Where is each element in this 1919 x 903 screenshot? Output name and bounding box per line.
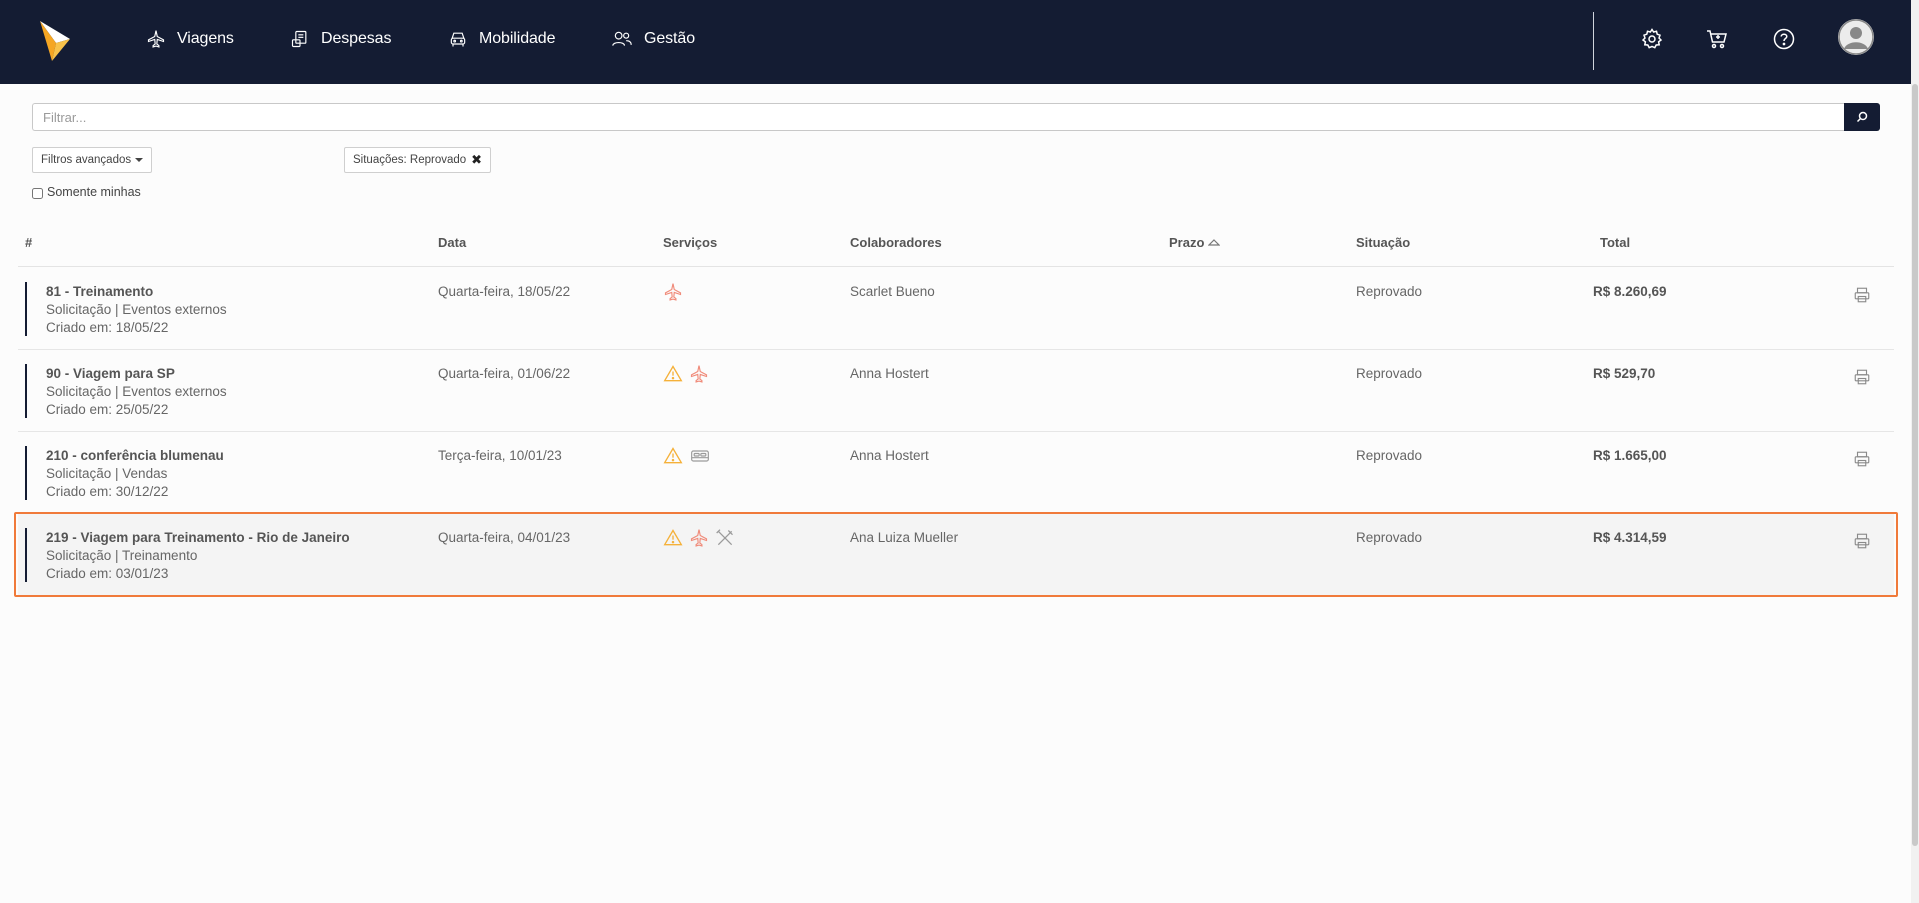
nav-viagens[interactable]: Viagens xyxy=(146,27,234,51)
table-row[interactable]: 90 - Viagem para SP Solicitação | Eventos… xyxy=(18,350,1894,432)
table-row[interactable]: 81 - Treinamento Solicitação | Eventos ex… xyxy=(18,268,1894,350)
column-header-services: Serviços xyxy=(663,235,718,250)
warning-icon xyxy=(663,528,683,548)
collaborator-name: Scarlet Bueno xyxy=(850,284,935,299)
only-mine-filter[interactable]: Somente minhas xyxy=(32,184,141,199)
column-header-total[interactable]: Total xyxy=(1600,235,1630,250)
column-header-status[interactable]: Situação xyxy=(1356,235,1410,250)
request-created-date: Criado em: 18/05/22 xyxy=(46,320,169,335)
request-title[interactable]: 219 - Viagem para Treinamento - Rio de J… xyxy=(46,530,350,545)
services-icons xyxy=(663,528,735,548)
request-date: Terça-feira, 10/01/23 xyxy=(438,448,562,463)
request-subtitle: Solicitação | Treinamento xyxy=(46,548,198,563)
request-created-date: Criado em: 30/12/22 xyxy=(46,484,169,499)
total-value: R$ 4.314,59 xyxy=(1593,530,1667,545)
request-date: Quarta-feira, 04/01/23 xyxy=(438,530,571,545)
services-icons xyxy=(663,446,709,466)
nav-gestao[interactable]: Gestão xyxy=(611,27,695,51)
request-subtitle: Solicitação | Vendas xyxy=(46,466,168,481)
advanced-filters-button[interactable]: Filtros avançados xyxy=(32,147,153,173)
request-subtitle: Solicitação | Eventos externos xyxy=(46,384,227,399)
nav-despesas-label: Despesas xyxy=(321,30,392,47)
column-header-number: # xyxy=(25,235,33,250)
collaborator-name: Ana Luiza Mueller xyxy=(850,530,959,545)
services-icons xyxy=(663,282,683,302)
total-value: R$ 1.665,00 xyxy=(1593,448,1667,463)
row-indicator xyxy=(25,528,27,582)
users-icon xyxy=(612,31,632,46)
row-indicator xyxy=(25,364,27,418)
avatar[interactable] xyxy=(1838,19,1874,55)
search-icon xyxy=(1856,111,1868,123)
nav-despesas[interactable]: Despesas xyxy=(290,27,391,51)
request-created-date: Criado em: 03/01/23 xyxy=(46,566,169,581)
caret-down-icon xyxy=(135,158,144,162)
plane-icon xyxy=(689,528,709,548)
plane-icon xyxy=(663,282,683,302)
status-value: Reprovado xyxy=(1356,284,1423,299)
status-value: Reprovado xyxy=(1356,448,1423,463)
status-value: Reprovado xyxy=(1356,530,1423,545)
status-filter-chip-label: Situações: Reprovado xyxy=(353,154,467,166)
navbar-divider xyxy=(1593,12,1594,70)
total-value: R$ 529,70 xyxy=(1593,366,1656,381)
top-navbar: Viagens Despesas Mobilidade Gestão xyxy=(0,0,1911,84)
car-icon xyxy=(450,32,466,47)
request-date: Quarta-feira, 18/05/22 xyxy=(438,284,571,299)
status-value: Reprovado xyxy=(1356,366,1423,381)
utensils-icon xyxy=(715,528,735,548)
row-indicator xyxy=(25,282,27,336)
nav-mobilidade-label: Mobilidade xyxy=(479,30,556,47)
table-row[interactable]: 219 - Viagem para Treinamento - Rio de J… xyxy=(18,514,1894,596)
gear-icon[interactable] xyxy=(1640,27,1664,51)
request-title[interactable]: 90 - Viagem para SP xyxy=(46,366,175,381)
column-header-collaborators[interactable]: Colaboradores xyxy=(850,235,942,250)
only-mine-checkbox[interactable] xyxy=(32,188,43,199)
receipt-icon xyxy=(291,30,307,48)
scrollbar-thumb[interactable] xyxy=(1912,84,1918,846)
request-subtitle: Solicitação | Eventos externos xyxy=(46,302,227,317)
warning-icon xyxy=(663,446,683,466)
sort-ascending-icon xyxy=(1208,238,1221,246)
column-header-date[interactable]: Data xyxy=(438,235,466,250)
advanced-filters-label: Filtros avançados xyxy=(41,154,132,166)
nav-viagens-label: Viagens xyxy=(177,30,234,47)
search-button[interactable] xyxy=(1844,103,1880,131)
column-header-deadline[interactable]: Prazo xyxy=(1169,235,1221,250)
bed-icon xyxy=(689,446,709,466)
print-icon[interactable] xyxy=(1853,368,1871,386)
user-avatar-icon xyxy=(1838,19,1874,55)
nav-gestao-label: Gestão xyxy=(644,30,695,47)
only-mine-label: Somente minhas xyxy=(47,184,141,199)
cart-icon[interactable] xyxy=(1705,27,1729,51)
print-icon[interactable] xyxy=(1853,286,1871,304)
print-icon[interactable] xyxy=(1853,450,1871,468)
services-icons xyxy=(663,364,709,384)
plane-icon xyxy=(147,30,165,48)
nav-mobilidade[interactable]: Mobilidade xyxy=(448,27,555,51)
request-title[interactable]: 81 - Treinamento xyxy=(46,284,153,299)
column-header-deadline-label: Prazo xyxy=(1169,235,1205,250)
collaborator-name: Anna Hostert xyxy=(850,366,929,381)
collaborator-name: Anna Hostert xyxy=(850,448,929,463)
search-input[interactable] xyxy=(32,103,1844,131)
table-header-divider xyxy=(18,266,1894,267)
print-icon[interactable] xyxy=(1853,532,1871,550)
request-date: Quarta-feira, 01/06/22 xyxy=(438,366,571,381)
app-logo[interactable] xyxy=(38,19,72,63)
warning-icon xyxy=(663,364,683,384)
request-created-date: Criado em: 25/05/22 xyxy=(46,402,169,417)
request-title[interactable]: 210 - conferência blumenau xyxy=(46,448,224,463)
close-icon[interactable]: ✖ xyxy=(471,152,482,168)
status-filter-chip: Situações: Reprovado ✖ xyxy=(344,147,492,173)
table-row[interactable]: 210 - conferência blumenau Solicitação | … xyxy=(18,432,1894,514)
help-icon[interactable] xyxy=(1772,27,1796,51)
total-value: R$ 8.260,69 xyxy=(1593,284,1667,299)
plane-icon xyxy=(689,364,709,384)
row-indicator xyxy=(25,446,27,500)
